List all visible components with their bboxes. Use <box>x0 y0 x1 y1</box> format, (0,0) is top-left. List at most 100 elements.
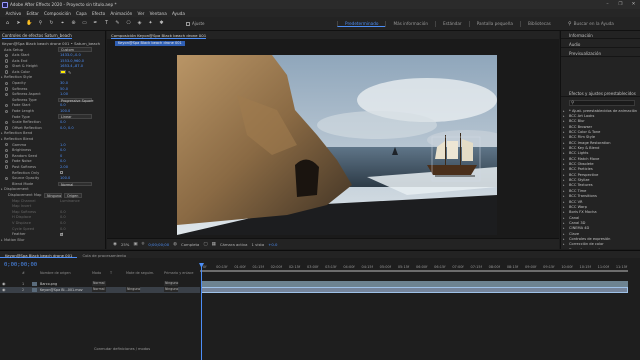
always-preview-icon[interactable]: ◉ <box>113 242 117 247</box>
effect-property-value[interactable]: 0.0 <box>60 159 66 163</box>
camera-view-dropdown[interactable]: Cámara activa <box>220 242 248 247</box>
menu-ventana[interactable]: Ventana <box>147 9 169 17</box>
effect-property-value[interactable]: 0.0, 0.0 <box>60 126 74 130</box>
workspace-libraries[interactable]: Bibliotecas <box>519 21 558 27</box>
close-button[interactable]: ✕ <box>631 2 636 7</box>
disclosure-triangle-icon[interactable]: ▸ <box>1 238 3 242</box>
camera-snapshot-icon[interactable]: ◍ <box>173 242 177 247</box>
effect-property-value[interactable]: Luminance <box>60 199 80 203</box>
layer-name[interactable]: Keyon@Spa Bl...001.mov <box>40 288 83 292</box>
audio-panel-header[interactable]: Audio <box>561 40 640 48</box>
effects-category-item[interactable]: ▸ * Ajust. preestablecidos de animación <box>563 108 640 113</box>
column-parent[interactable]: Primario y enlace <box>164 271 193 275</box>
playhead[interactable] <box>199 263 204 360</box>
effect-property-value[interactable]: 0.0 <box>60 120 66 124</box>
disclosure-triangle-icon[interactable]: ▸ <box>1 137 3 141</box>
effect-property-value[interactable]: 50.0 <box>60 87 68 91</box>
disclosure-triangle-icon[interactable]: ▸ <box>563 119 567 123</box>
disclosure-triangle-icon[interactable]: ▸ <box>563 242 567 246</box>
disclosure-triangle-icon[interactable]: ▸ <box>563 157 567 161</box>
disclosure-triangle-icon[interactable]: ▸ <box>563 151 567 155</box>
layer-parent-dropdown[interactable]: Ninguno <box>164 281 178 287</box>
stopwatch-icon[interactable] <box>5 126 9 130</box>
stopwatch-icon[interactable] <box>5 53 9 57</box>
roto-brush-tool-icon[interactable]: ✦ <box>147 20 154 27</box>
color-swatch[interactable] <box>60 69 66 74</box>
disclosure-triangle-icon[interactable]: ▸ <box>563 221 567 225</box>
disclosure-triangle-icon[interactable]: ▸ <box>563 194 567 198</box>
disclosure-triangle-icon[interactable]: ▸ <box>563 141 567 145</box>
stopwatch-icon[interactable] <box>5 64 9 69</box>
composition-breadcrumb[interactable]: Keyon@Spa Black beach drone 001 <box>115 41 185 46</box>
maximize-button[interactable]: ❐ <box>618 2 623 7</box>
layer-mode-dropdown[interactable]: Normal <box>92 287 106 293</box>
toggle-switches-modes-button[interactable]: Conmutar definiciones / modos <box>94 347 150 351</box>
menu-ayuda[interactable]: Ayuda <box>169 9 187 17</box>
effects-category-item[interactable]: ▸Desenfocar y enfocar <box>563 247 640 249</box>
workspace-standard[interactable]: Estándar <box>434 21 469 27</box>
minimize-button[interactable]: – <box>605 2 610 7</box>
stopwatch-icon[interactable] <box>5 81 9 85</box>
brush-tool-icon[interactable]: ✎ <box>114 20 121 27</box>
layer-mode-dropdown[interactable]: Normal <box>92 281 106 287</box>
effect-property-dropdown[interactable]: Origen <box>64 192 82 198</box>
stopwatch-icon[interactable] <box>5 159 9 164</box>
effect-property-dropdown[interactable]: Normal <box>58 181 92 187</box>
timeline-tab-render-queue[interactable]: Cola de procesamiento <box>77 251 131 258</box>
stopwatch-icon[interactable] <box>5 70 9 74</box>
effect-property-dropdown[interactable]: Linear <box>58 114 92 119</box>
effect-property-dropdown[interactable]: Ninguno <box>44 192 62 198</box>
layer-parent-dropdown[interactable]: Ninguno <box>164 287 178 293</box>
stopwatch-icon[interactable] <box>5 148 9 153</box>
eraser-tool-icon[interactable]: ◈ <box>136 20 143 27</box>
stopwatch-icon[interactable] <box>5 165 9 169</box>
pen-tool-icon[interactable]: ✒ <box>92 20 99 27</box>
pan-behind-tool-icon[interactable]: ⊕ <box>70 20 77 27</box>
view-layout-dropdown[interactable]: 1 vista <box>252 242 265 247</box>
zoom-tool-icon[interactable]: ⚲ <box>37 20 44 27</box>
text-tool-icon[interactable]: T <box>103 20 110 27</box>
effect-controls-tab[interactable]: Controles de efectos Saturn_beach <box>2 33 72 39</box>
column-track-matte[interactable]: Mate de seguim. <box>126 271 154 275</box>
disclosure-triangle-icon[interactable]: ▸ <box>563 109 567 113</box>
safe-zones-icon[interactable]: ▣ <box>133 242 137 247</box>
effect-property-value[interactable]: 0.0 <box>60 103 66 107</box>
layer-row[interactable]: ◉ 2 Keyon@Spa Bl...001.mov Normal Ningun… <box>0 287 200 293</box>
eyedropper-icon[interactable]: ✎ <box>68 70 71 75</box>
stopwatch-icon[interactable] <box>5 92 9 97</box>
layer-track-matte-dropdown[interactable]: Ninguno <box>126 287 140 293</box>
effect-property-value[interactable]: 100.0 <box>60 176 70 180</box>
clone-stamp-tool-icon[interactable]: ⎔ <box>125 20 132 27</box>
search-help-field[interactable]: ⚲ Buscar en la Ayuda <box>568 20 634 27</box>
region-of-interest-icon[interactable]: ▢ <box>203 242 207 247</box>
workspace-learn[interactable]: Más información <box>385 21 435 27</box>
composition-viewer[interactable] <box>177 55 497 235</box>
zoom-dropdown[interactable]: 25% <box>121 242 129 247</box>
timeline-tab-composition[interactable]: Keyon@Spa Black beach drone 001 <box>0 251 78 258</box>
puppet-tool-icon[interactable]: ✱ <box>158 20 165 27</box>
effect-property-value[interactable]: 1433.0,-0.0 <box>60 53 81 57</box>
effect-property-value[interactable]: 100.0 <box>60 109 70 113</box>
disclosure-triangle-icon[interactable]: ▸ <box>563 200 567 204</box>
disclosure-triangle-icon[interactable]: ▸ <box>563 205 567 209</box>
timeline-current-time[interactable]: 0;00;00;00 <box>4 262 37 268</box>
disclosure-triangle-icon[interactable]: ▸ <box>563 125 567 129</box>
effect-property-value[interactable]: 0.0 <box>60 210 66 214</box>
selection-tool-icon[interactable]: ➤ <box>15 20 22 27</box>
effect-property-dropdown[interactable]: Custom <box>58 47 92 52</box>
disclosure-triangle-icon[interactable]: ▸ <box>563 135 567 139</box>
stopwatch-icon[interactable] <box>5 143 9 147</box>
menu-archivo[interactable]: Archivo <box>3 9 24 17</box>
rectangle-tool-icon[interactable]: ▭ <box>81 20 88 27</box>
effects-presets-header[interactable]: Efectos y ajustes preestablecidos <box>561 89 640 97</box>
resolution-dropdown[interactable]: Completa <box>181 242 199 247</box>
disclosure-triangle-icon[interactable]: ▸ <box>563 173 567 177</box>
workspace-default[interactable]: Predeterminado <box>337 21 386 27</box>
effect-property-dropdown[interactable]: Progressive Square <box>58 97 94 103</box>
stopwatch-icon[interactable] <box>5 109 9 113</box>
current-time-display[interactable]: 0;00;00;00 <box>148 242 169 247</box>
transparency-grid-icon[interactable]: ▦ <box>212 242 216 247</box>
disclosure-triangle-icon[interactable]: ▸ <box>563 189 567 193</box>
rotate-tool-icon[interactable]: ↻ <box>48 20 55 27</box>
info-panel-header[interactable]: Información <box>561 31 640 39</box>
